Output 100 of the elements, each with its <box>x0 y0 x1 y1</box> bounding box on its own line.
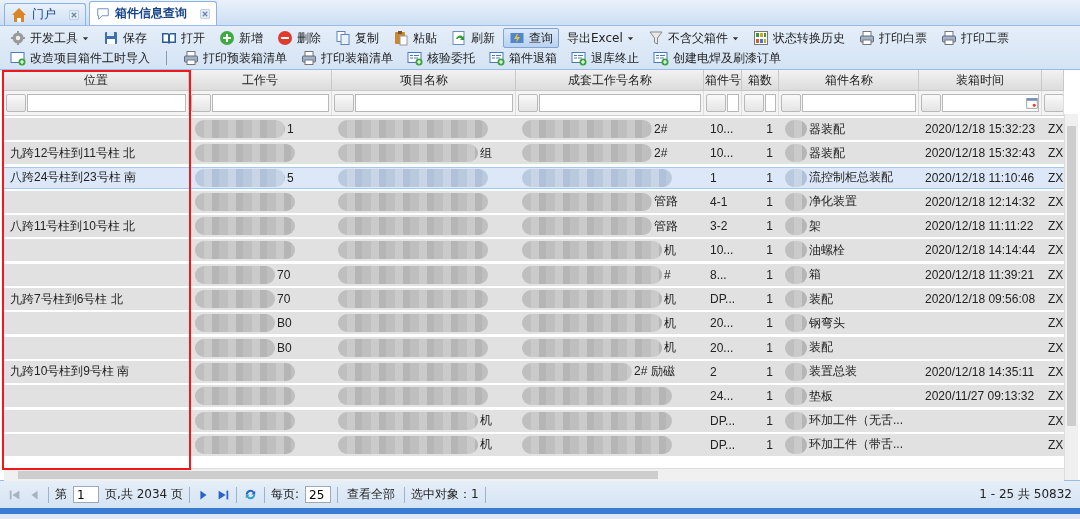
table-cell: ZX <box>1048 219 1064 234</box>
column-header[interactable]: 成套工作号名称 <box>567 71 652 89</box>
table-cell: 机 <box>664 339 676 357</box>
caret-icon <box>731 34 739 42</box>
table-cell: 机 <box>664 242 676 259</box>
table-row[interactable]: B0 机 20... 1 钢弯头 ZX <box>4 312 1064 335</box>
table-row[interactable]: 八跨24号柱到23号柱 南 5 1 1 流控制柜总装配 2020/12/18 11:10:46 ZX <box>4 166 1064 189</box>
filter-button[interactable] <box>191 94 211 112</box>
toolbar-button[interactable]: 打印预装箱清单 <box>177 48 293 68</box>
table-cell: 架 <box>809 217 821 235</box>
toolbar-button[interactable]: 复制 <box>329 28 385 48</box>
table-cell: 九跨12号柱到11号柱 北 <box>10 144 136 162</box>
table-row[interactable]: 1 2# 10... 1 器装配 2020/12/18 15:32:23 ZX <box>4 118 1064 140</box>
filter-button[interactable] <box>781 94 801 112</box>
table-cell: 3-2 <box>710 219 728 234</box>
vertical-scrollbar[interactable] <box>1064 114 1078 480</box>
column-header[interactable]: 位置 <box>84 71 108 89</box>
table-row[interactable]: 机 10... 1 油螺栓 2020/12/18 14:14:44 ZX <box>4 239 1064 262</box>
table-row[interactable]: 70 # 8... 1 箱 2020/12/18 11:39:21 ZX <box>4 263 1064 286</box>
table-row[interactable]: 机 DP... 1 环加工件（无舌... ZX <box>4 409 1064 432</box>
table-cell: 1 <box>766 267 773 282</box>
horizontal-scrollbar[interactable] <box>4 468 1064 481</box>
toolbar-button[interactable]: 保存 <box>97 28 153 48</box>
tab[interactable]: 门户 <box>4 3 86 25</box>
table-cell: 2020/12/18 11:11:22 <box>925 219 1034 234</box>
table-row[interactable]: B0 机 20... 1 装配 ZX <box>4 336 1064 359</box>
filter-button[interactable] <box>921 94 941 112</box>
filter-field[interactable] <box>942 94 1039 112</box>
filter-button[interactable] <box>334 94 354 112</box>
toolbar-button[interactable]: 改造项目箱件工时导入 <box>4 48 156 68</box>
close-icon[interactable] <box>69 9 79 20</box>
filter-button[interactable] <box>6 94 26 112</box>
table-cell: 1 <box>766 389 773 404</box>
calendar-icon <box>1026 97 1038 109</box>
table-row[interactable]: 九跨7号柱到6号柱 北 70 机 DP... 1 装配 2020/12/18 09:56:08 ZX <box>4 288 1064 311</box>
toolbar-button[interactable]: 打印装箱清单 <box>295 48 399 68</box>
filter-button[interactable] <box>518 94 538 112</box>
filter-button[interactable] <box>1044 94 1063 112</box>
tab[interactable]: 箱件信息查询 <box>89 1 217 25</box>
blurred-region <box>785 314 807 333</box>
table-cell: ZX <box>1048 194 1064 209</box>
table-cell: 1 <box>766 364 773 379</box>
dropdown-button[interactable]: 导出Excel <box>561 28 640 48</box>
show-all-button[interactable]: 查看全部 <box>344 486 399 503</box>
table-cell: 机 <box>664 314 676 332</box>
toolbar-button[interactable]: 打开 <box>155 28 211 48</box>
table-row[interactable]: 九跨10号柱到9号柱 南 2# 励磁 2 1 装置总装 2020/12/18 14:35:11 ZX <box>4 360 1064 383</box>
scrollbar-thumb[interactable] <box>18 471 658 479</box>
column-header[interactable]: 装箱时间 <box>956 71 1004 89</box>
floppy-icon <box>103 30 119 46</box>
table-cell: 1 <box>766 292 773 307</box>
filter-field[interactable] <box>765 94 776 112</box>
table-row[interactable]: 管路 4-1 1 净化装置 2020/12/18 12:14:32 ZX <box>4 190 1064 213</box>
table-row[interactable]: 九跨12号柱到11号柱 北 组 2# 10... 1 器装配 2020/12/18 15:32:43 ZX <box>4 142 1064 165</box>
toolbar-button[interactable]: 打印白票 <box>852 28 933 48</box>
column-header[interactable]: 工作号 <box>242 71 278 89</box>
toolbar-button[interactable]: 创建电焊及刷漆订单 <box>647 48 787 68</box>
toolbar-button[interactable]: 查询 <box>503 28 559 48</box>
blurred-region <box>785 192 807 211</box>
close-icon[interactable] <box>200 8 210 19</box>
page-input[interactable]: 1 <box>73 486 99 503</box>
table-cell: 机 <box>480 436 492 454</box>
dropdown-button[interactable]: 开发工具 <box>4 28 95 48</box>
toolbar-button[interactable]: 删除 <box>271 28 327 48</box>
toolbar-button[interactable]: 核验委托 <box>401 48 481 68</box>
table-cell: 24... <box>710 389 734 404</box>
toolbar-button[interactable]: 打印工票 <box>934 28 1015 48</box>
filter-field[interactable] <box>27 94 186 112</box>
toolbar-button[interactable]: 状态转换历史 <box>746 28 851 48</box>
toolbar-button[interactable]: 箱件退箱 <box>483 48 563 68</box>
table-row[interactable]: 八跨11号柱到10号柱 北 管路 3-2 1 架 2020/12/18 11:11:22 ZX <box>4 215 1064 238</box>
table-cell: ZX <box>1048 389 1064 404</box>
column-header[interactable]: 项目名称 <box>399 71 448 89</box>
table-cell: DP... <box>710 437 736 452</box>
filter-field[interactable] <box>802 94 916 112</box>
table-cell: 器装配 <box>809 144 845 162</box>
toolbar-button[interactable]: 粘贴 <box>387 28 443 48</box>
column-header[interactable]: 箱件号 <box>704 71 741 89</box>
scrollbar-thumb[interactable] <box>1067 126 1076 426</box>
table-row[interactable]: 24... 1 垫板 2020/11/27 09:13:32 ZX <box>4 385 1064 408</box>
filter-field[interactable] <box>355 94 513 112</box>
table-cell: 净化装置 <box>809 193 857 211</box>
filter-field[interactable] <box>727 94 739 112</box>
per-page-input[interactable]: 25 <box>305 486 332 503</box>
blurred-region <box>785 362 807 381</box>
refresh-icon[interactable] <box>243 487 258 502</box>
toolbar-button[interactable]: 刷新 <box>445 28 501 48</box>
table-row[interactable]: 机 DP... 1 环加工件（带舌... ZX <box>4 433 1064 456</box>
dropdown-button[interactable]: 不含父箱件 <box>641 28 745 48</box>
page-label: 第 <box>55 486 67 503</box>
toolbar-button[interactable]: 新增 <box>213 28 269 48</box>
column-header[interactable]: 箱数 <box>748 71 772 89</box>
table-cell: # <box>664 267 671 282</box>
filter-field[interactable] <box>212 94 329 112</box>
toolbar-button[interactable]: 退库终止 <box>565 48 645 68</box>
filter-field[interactable] <box>539 94 701 112</box>
table-cell: 20... <box>710 316 734 331</box>
filter-button[interactable] <box>744 94 764 112</box>
filter-button[interactable] <box>706 94 726 112</box>
column-header[interactable]: 箱件名称 <box>824 71 873 89</box>
